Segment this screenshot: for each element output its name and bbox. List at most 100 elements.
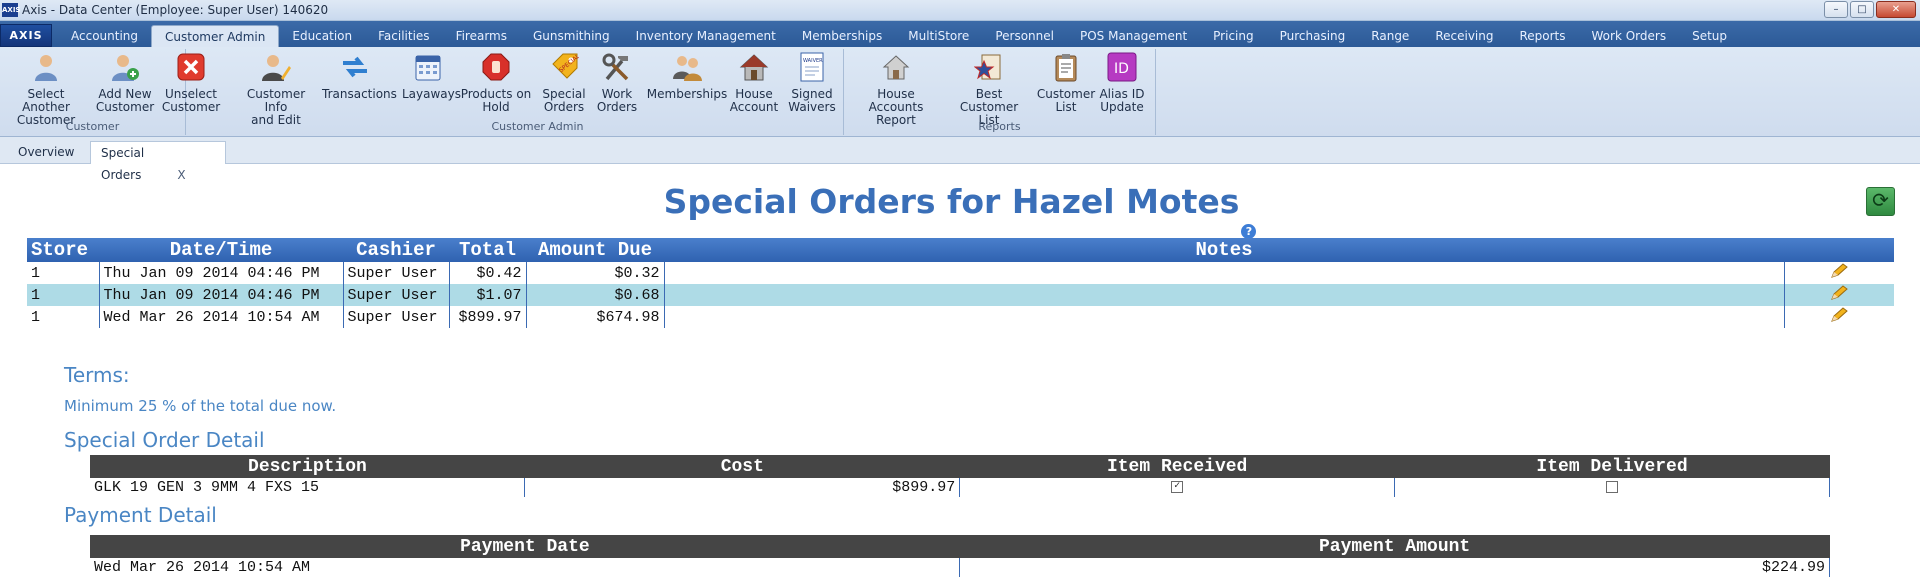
order-datetime: Thu Jan 09 2014 04:46 PM [98, 262, 343, 284]
order-cashier: Super User [342, 306, 449, 328]
axis-logo-icon: AXIS [2, 3, 20, 17]
order-total: $1.07 [448, 284, 526, 306]
house-accounts-report-button[interactable]: House Accounts Report [852, 51, 940, 127]
table-row[interactable]: 1 Wed Mar 26 2014 10:54 AM Super User $899.… [27, 306, 1894, 328]
payment-detail-heading: Payment Detail [64, 503, 217, 527]
group-label-reports: Reports [978, 120, 1021, 133]
ribbon-group-customer-admin: Customer Info and Edit Transactions Laya… [232, 49, 844, 135]
unselect-customer-button[interactable]: Unselect Customer [160, 51, 222, 114]
alias-id-update-button[interactable]: ID Alias ID Update [1094, 51, 1150, 114]
person-icon [30, 51, 62, 83]
order-cashier: Super User [342, 262, 449, 284]
transactions-button[interactable]: Transactions [322, 51, 397, 101]
col-header-payment-date: Payment Date [90, 535, 960, 558]
stop-hand-icon [480, 51, 512, 83]
maximize-button[interactable]: □ [1850, 1, 1874, 18]
clipboard-icon [1050, 51, 1082, 83]
order-amount-due: $0.32 [525, 262, 664, 284]
menu-tab-pos-management[interactable]: POS Management [1067, 25, 1200, 47]
refresh-button[interactable]: ⟳ [1866, 187, 1895, 216]
waiver-doc-icon: WAIVER [796, 51, 828, 83]
edit-pencil-icon[interactable] [1830, 262, 1849, 279]
window-title-bar: AXIS Axis - Data Center (Employee: Super… [0, 0, 1920, 21]
col-header-payment-amount: Payment Amount [959, 535, 1830, 558]
tools-icon [601, 51, 633, 83]
col-header-item-received: Item Received [959, 455, 1395, 478]
menu-tab-reports[interactable]: Reports [1506, 25, 1578, 47]
customer-list-button[interactable]: Customer List [1036, 51, 1096, 114]
item-received-checkbox[interactable]: ✓ [1171, 481, 1184, 494]
payment-detail-table: Payment Date Payment Amount Wed Mar 26 2… [90, 535, 1830, 577]
house-report-icon [880, 51, 912, 83]
menu-tab-accounting[interactable]: Accounting [58, 25, 151, 47]
minimize-button[interactable]: – [1824, 1, 1848, 18]
ribbon: Select Another Customer Add New Customer… [0, 47, 1920, 137]
payment-header-row: Payment Date Payment Amount [90, 535, 1830, 558]
order-notes [663, 262, 1784, 284]
table-header-row: Store Date/Time Cashier Total Amount Due… [27, 238, 1894, 262]
menu-tab-purchasing[interactable]: Purchasing [1267, 25, 1359, 47]
order-total: $0.42 [448, 262, 526, 284]
house-account-button[interactable]: House Account [728, 51, 780, 114]
menu-tab-memberships[interactable]: Memberships [789, 25, 895, 47]
menu-tab-inventory-management[interactable]: Inventory Management [623, 25, 789, 47]
page-title: Special Orders for Hazel Motes? [0, 182, 1920, 239]
menu-tab-setup[interactable]: Setup [1679, 25, 1740, 47]
payment-amount: $224.99 [959, 558, 1830, 577]
menu-tab-customer-admin[interactable]: Customer Admin [151, 25, 280, 47]
help-icon[interactable]: ? [1241, 224, 1257, 239]
table-row: Wed Mar 26 2014 10:54 AM $224.99 [90, 558, 1830, 577]
menu-tab-gunsmithing[interactable]: Gunsmithing [520, 25, 623, 47]
add-new-customer-button[interactable]: Add New Customer [92, 51, 158, 114]
table-row[interactable]: 1 Thu Jan 09 2014 04:46 PM Super User $0.42… [27, 262, 1894, 284]
products-on-hold-button[interactable]: Products on Hold [460, 51, 532, 114]
order-amount-due: $674.98 [525, 306, 664, 328]
work-orders-button[interactable]: Work Orders [592, 51, 642, 114]
close-window-button[interactable]: ✕ [1876, 1, 1916, 18]
menu-tab-firearms[interactable]: Firearms [443, 25, 520, 47]
tab-overview[interactable]: Overview [8, 141, 85, 164]
tab-special-orders[interactable]: Special Orders X [90, 141, 226, 182]
memberships-button[interactable]: Memberships [646, 51, 728, 101]
edit-pencil-icon[interactable] [1830, 284, 1849, 301]
menu-tab-education[interactable]: Education [279, 25, 365, 47]
axis-app-menu[interactable]: AXIS [0, 24, 52, 47]
table-row[interactable]: 1 Thu Jan 09 2014 04:46 PM Super User $1.07… [27, 284, 1894, 306]
menu-tab-range[interactable]: Range [1358, 25, 1422, 47]
menu-tab-facilities[interactable]: Facilities [365, 25, 442, 47]
menu-tab-work-orders[interactable]: Work Orders [1579, 25, 1680, 47]
signed-waivers-button[interactable]: WAIVER Signed Waivers [784, 51, 840, 114]
window-title: Axis - Data Center (Employee: Super User… [22, 3, 329, 17]
col-header-store: Store [27, 238, 99, 262]
special-order-detail-heading: Special Order Detail [64, 428, 265, 452]
close-tab-icon[interactable]: X [177, 168, 185, 182]
edit-pencil-icon[interactable] [1830, 306, 1849, 323]
select-another-customer-button[interactable]: Select Another Customer [6, 51, 86, 127]
menu-tab-pricing[interactable]: Pricing [1200, 25, 1266, 47]
col-header-total: Total [449, 238, 526, 262]
col-header-cashier: Cashier [343, 238, 449, 262]
ribbon-group-reports: House Accounts Report Best Customer List… [844, 49, 1156, 135]
menu-tab-receiving[interactable]: Receiving [1422, 25, 1506, 47]
menu-tab-multistore[interactable]: MultiStore [895, 25, 982, 47]
document-tabs: Overview Special Orders X [0, 137, 1920, 182]
best-customer-list-button[interactable]: Best Customer List [948, 51, 1030, 127]
id-badge-icon: ID [1106, 51, 1138, 83]
order-cashier: Super User [342, 284, 449, 306]
group-label-customer: Customer [65, 120, 120, 133]
detail-description: GLK 19 GEN 3 9MM 4 FXS 15 [90, 478, 526, 497]
person-edit-icon [260, 51, 292, 83]
special-orders-button[interactable]: SPECIAL Special Orders [538, 51, 590, 114]
payment-date: Wed Mar 26 2014 10:54 AM [90, 558, 961, 577]
customer-info-edit-button[interactable]: Customer Info and Edit [236, 51, 316, 127]
special-orders-table: Store Date/Time Cashier Total Amount Due… [27, 238, 1894, 328]
layaways-button[interactable]: Layaways [402, 51, 461, 101]
item-delivered-checkbox[interactable] [1606, 481, 1619, 494]
svg-text:ID: ID [1114, 61, 1129, 77]
special-tag-icon: SPECIAL [548, 51, 580, 83]
order-amount-due: $0.68 [525, 284, 664, 306]
refresh-icon: ⟳ [1872, 190, 1889, 212]
menu-tab-personnel[interactable]: Personnel [982, 25, 1067, 47]
col-header-amount-due: Amount Due [526, 238, 664, 262]
arrows-icon [339, 51, 371, 83]
